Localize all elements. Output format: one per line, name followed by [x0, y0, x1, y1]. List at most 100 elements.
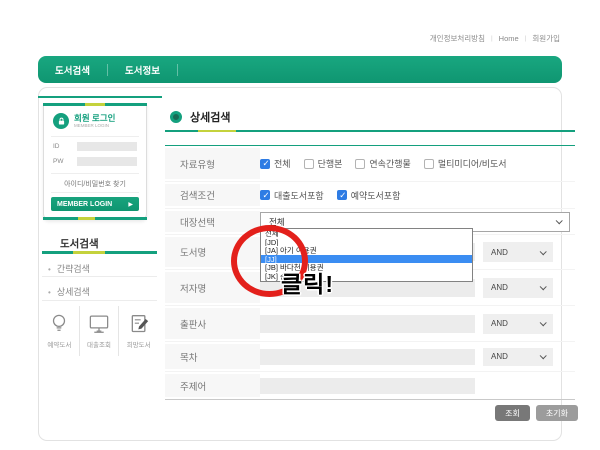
checkbox-icon	[424, 159, 434, 169]
sidebar-item-label: 상세검색	[57, 287, 90, 297]
divider	[42, 300, 157, 301]
quick-link-label: 예약도서	[47, 339, 71, 349]
pw-row: PW	[53, 157, 137, 166]
chevron-down-icon	[556, 217, 563, 224]
sidebar-item-detail-search[interactable]: • 상세검색	[48, 285, 157, 298]
operator-value: AND	[491, 319, 508, 328]
form-row-search-condition: 검색조건 대출도서포함 예약도서포함	[165, 182, 575, 209]
checkbox-icon	[260, 190, 270, 200]
chevron-down-icon	[540, 319, 547, 326]
row-label: 자료유형	[165, 148, 260, 179]
author-operator-select[interactable]: AND	[483, 278, 553, 298]
sidebar-title-underline	[42, 251, 157, 254]
publisher-operator-select[interactable]: AND	[483, 314, 553, 334]
member-login-button[interactable]: MEMBER LOGIN ▶	[51, 197, 139, 211]
search-button[interactable]: 조회	[495, 405, 530, 421]
sidebar-item-simple-search[interactable]: • 간략검색	[48, 262, 157, 275]
row-label: 저자명	[165, 272, 260, 303]
checkbox-icon	[304, 159, 314, 169]
page-title: 상세검색	[190, 109, 230, 125]
monitor-icon	[88, 313, 110, 335]
dropdown-option-ja[interactable]: [JA] 아기 이용권	[261, 246, 472, 255]
form-actions: 조회 초기화	[165, 405, 578, 421]
find-id-password-link[interactable]: 아이디/비밀번호 찾기	[44, 179, 146, 189]
form-row-material-type: 자료유형 전체 단행본 연속간행물	[165, 146, 575, 182]
document-pencil-icon	[129, 313, 149, 335]
book-title-operator-select[interactable]: AND	[483, 242, 553, 262]
title-underline	[165, 130, 575, 132]
dropdown-option-jj[interactable]: [JJ]	[261, 255, 472, 264]
quick-link-reserved-books[interactable]: 예약도서	[40, 306, 79, 356]
row-label: 도서명	[165, 237, 260, 267]
arrow-right-icon: ▶	[128, 201, 133, 208]
operator-value: AND	[491, 248, 508, 257]
chevron-down-icon	[540, 248, 547, 255]
link-separator: |	[491, 35, 493, 42]
row-label: 출판사	[165, 308, 260, 339]
checkbox-label: 멀티미디어/비도서	[438, 157, 507, 170]
form-row-publisher: 출판사 AND	[165, 306, 575, 342]
quick-link-loan-inquiry[interactable]: 대출조회	[79, 306, 119, 356]
quick-link-label: 희망도서	[127, 339, 151, 349]
link-separator: |	[525, 35, 527, 42]
sidebar-section-title: 도서검색	[60, 236, 99, 251]
dropdown-option-jk[interactable]: [JK] 순수	[261, 272, 472, 281]
row-label: 검색조건	[165, 184, 260, 206]
dropdown-option-all[interactable]: 전체	[261, 229, 472, 238]
id-row: ID	[53, 142, 137, 151]
operator-value: AND	[491, 283, 508, 292]
publisher-input[interactable]	[260, 315, 475, 333]
id-input[interactable]	[77, 142, 137, 151]
sidebar-item-label: 간략검색	[57, 264, 90, 274]
form-row-toc: 목차 AND	[165, 342, 575, 372]
pw-label: PW	[53, 158, 77, 165]
lightbulb-icon	[49, 313, 69, 335]
checkbox-icon	[355, 159, 365, 169]
checkbox-all[interactable]: 전체	[260, 157, 291, 170]
toc-input[interactable]	[260, 349, 475, 365]
divider	[51, 173, 139, 174]
row-label: 대장선택	[165, 211, 260, 232]
quick-links: 예약도서 대출조회 희망도서	[40, 306, 158, 356]
checkbox-include-reserved[interactable]: 예약도서포함	[337, 189, 401, 202]
login-top-accent	[43, 103, 147, 106]
privacy-policy-link[interactable]: 개인정보처리방침	[430, 33, 485, 44]
lock-icon	[53, 113, 69, 129]
reset-button[interactable]: 초기화	[536, 405, 578, 421]
checkbox-label: 단행본	[318, 157, 343, 170]
divider	[51, 192, 139, 193]
home-link[interactable]: Home	[499, 34, 519, 43]
checkbox-include-loaned[interactable]: 대출도서포함	[260, 189, 324, 202]
bullet-icon: •	[48, 265, 51, 274]
register-select-value: 전체	[269, 216, 285, 228]
bullet-icon: •	[48, 288, 51, 297]
login-title: 회원 로그인	[74, 114, 115, 123]
checkbox-label: 전체	[274, 157, 291, 170]
id-label: ID	[53, 143, 77, 150]
tab-book-search[interactable]: 도서검색	[38, 63, 107, 77]
row-label: 목차	[165, 344, 260, 369]
checkbox-label: 연속간행물	[369, 157, 410, 170]
section-bullet-icon	[170, 111, 182, 123]
dropdown-option-jb[interactable]: [JB] 바다천 이용권	[261, 263, 472, 272]
join-link[interactable]: 회원가입	[532, 33, 560, 44]
divider	[51, 136, 139, 137]
chevron-down-icon	[540, 352, 547, 359]
dropdown-option-jd[interactable]: [JD]	[261, 238, 472, 247]
checkbox-multimedia[interactable]: 멀티미디어/비도서	[424, 157, 507, 170]
library-search-page: 개인정보처리방침 | Home | 회원가입 도서검색 도서정보 회원 로그인	[0, 0, 600, 450]
main-navbar: 도서검색 도서정보	[38, 56, 562, 83]
subject-input[interactable]	[260, 378, 475, 394]
checkbox-label: 예약도서포함	[351, 189, 401, 202]
checkbox-icon	[337, 190, 347, 200]
quick-link-wish-books[interactable]: 희망도서	[118, 306, 158, 356]
tab-book-info[interactable]: 도서정보	[108, 63, 177, 77]
pw-input[interactable]	[77, 157, 137, 166]
toc-operator-select[interactable]: AND	[483, 348, 553, 366]
checkbox-serial[interactable]: 연속간행물	[355, 157, 410, 170]
top-utility-links: 개인정보처리방침 | Home | 회원가입	[430, 33, 560, 44]
nav-divider	[177, 64, 178, 76]
register-dropdown-list: 전체 [JD] [JA] 아기 이용권 [JJ] [JB] 바다천 이용권 [J…	[260, 228, 473, 282]
checkbox-monograph[interactable]: 단행본	[304, 157, 343, 170]
chevron-down-icon	[540, 283, 547, 290]
